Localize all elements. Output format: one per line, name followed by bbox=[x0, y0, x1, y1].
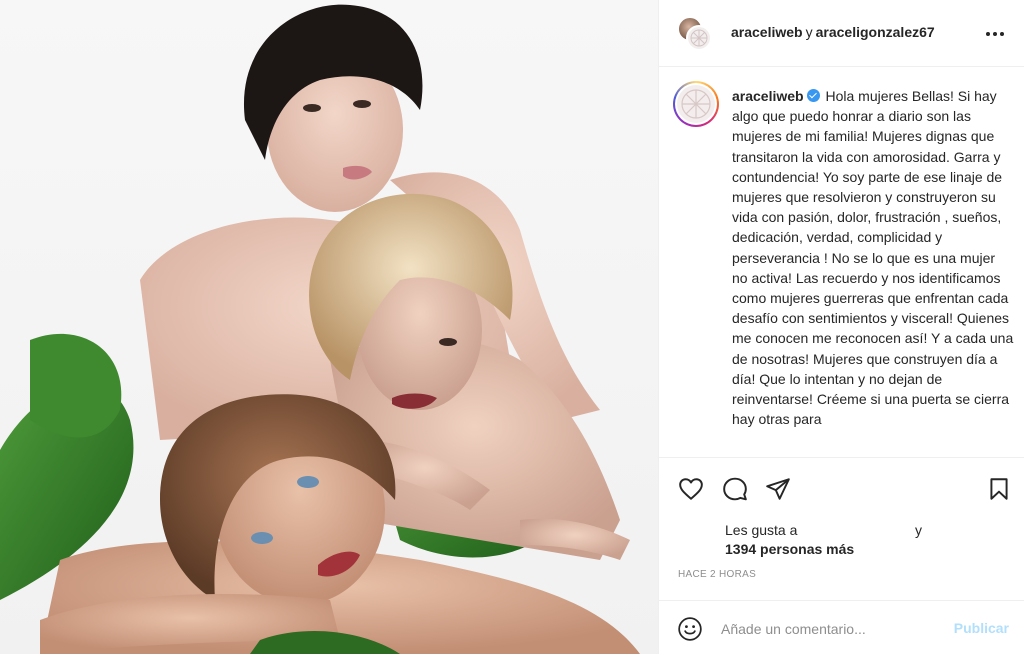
comment-icon bbox=[723, 477, 747, 501]
post-authors: araceliweb y araceligonzalez67 bbox=[731, 24, 935, 40]
avatar[interactable] bbox=[686, 25, 712, 51]
avatar-ring bbox=[675, 83, 717, 125]
caption-section[interactable]: araceliweb Hola mujeres Bellas! Si hay a… bbox=[659, 67, 1024, 457]
author-link[interactable]: araceliweb bbox=[731, 24, 803, 40]
likes-count-link[interactable]: 1394 personas más bbox=[725, 541, 854, 557]
smiley-icon bbox=[678, 617, 702, 641]
flower-logo-icon bbox=[681, 89, 711, 119]
comment-input[interactable] bbox=[721, 617, 941, 641]
post-actions: Les gusta a y 1394 personas más HACE 2 H… bbox=[659, 457, 1024, 654]
caption-author-link[interactable]: araceliweb bbox=[732, 88, 804, 104]
post-header: araceliweb y araceligonzalez67 bbox=[659, 0, 1024, 67]
comment-form: Publicar bbox=[659, 600, 1024, 654]
avatar-image bbox=[677, 85, 715, 123]
share-button[interactable] bbox=[765, 476, 791, 502]
bookmark-icon bbox=[990, 478, 1008, 500]
heart-icon bbox=[679, 478, 703, 500]
post-photo[interactable] bbox=[0, 0, 658, 654]
post-side-panel: araceliweb y araceligonzalez67 araceliwe… bbox=[658, 0, 1024, 654]
like-button[interactable] bbox=[678, 476, 704, 502]
likes-prefix: Les gusta a bbox=[725, 522, 798, 538]
authors-conjunction: y bbox=[805, 24, 813, 40]
comment-button[interactable] bbox=[722, 476, 748, 502]
publish-button[interactable]: Publicar bbox=[954, 620, 1009, 636]
post-timestamp[interactable]: HACE 2 HORAS bbox=[678, 569, 756, 580]
verified-badge-icon bbox=[806, 89, 820, 102]
coauthor-link[interactable]: araceligonzalez67 bbox=[816, 24, 935, 40]
caption-body: Hola mujeres Bellas! Si hay algo que pue… bbox=[732, 88, 1014, 428]
flower-logo-icon bbox=[690, 29, 708, 47]
more-options-icon-dot bbox=[993, 32, 997, 36]
avatar[interactable] bbox=[673, 81, 719, 127]
more-options-icon-dot bbox=[1000, 32, 1004, 36]
save-button[interactable] bbox=[986, 476, 1012, 502]
caption-text: araceliweb Hola mujeres Bellas! Si hay a… bbox=[732, 86, 1014, 429]
emoji-button[interactable] bbox=[677, 616, 703, 642]
more-options-button[interactable] bbox=[983, 22, 1007, 46]
paper-plane-icon bbox=[766, 478, 790, 500]
likes-conjunction: y bbox=[915, 522, 922, 538]
post-image bbox=[0, 4, 640, 654]
collab-avatars[interactable] bbox=[677, 16, 713, 52]
more-options-icon bbox=[986, 32, 990, 36]
